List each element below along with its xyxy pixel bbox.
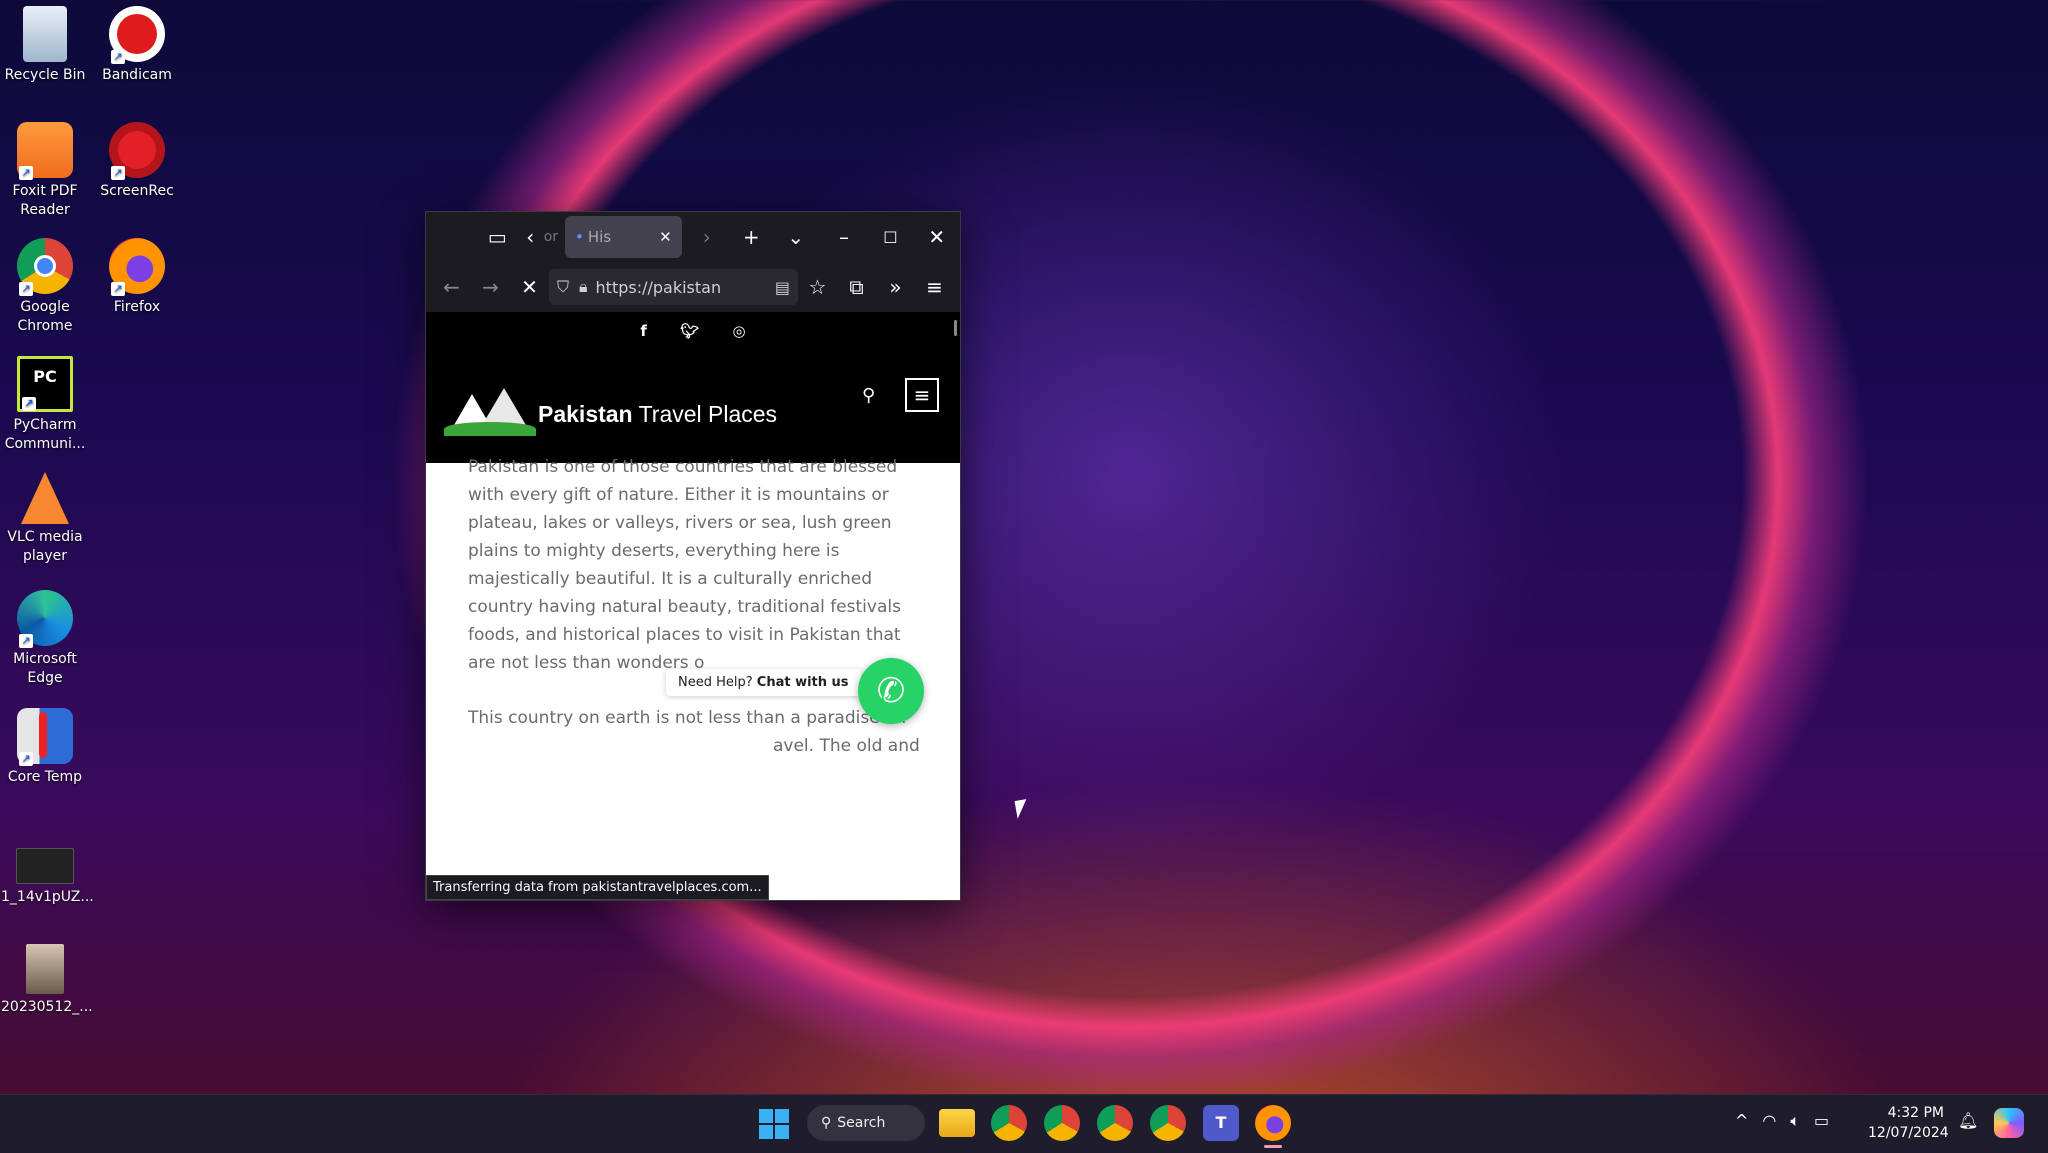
desktop-icon-vlc[interactable]: VLC media player [1, 472, 89, 566]
recycle-bin-icon [23, 6, 67, 62]
site-logo[interactable]: Pakistan Travel Places [444, 388, 777, 436]
show-hidden-icons-icon[interactable]: ^ [1735, 1111, 1748, 1131]
maximize-icon[interactable]: ☐ [867, 217, 913, 257]
second-paragraph: This country on earth is not less than a… [468, 708, 920, 756]
teams-icon[interactable]: T [1203, 1105, 1239, 1141]
scroll-tabs-left-icon[interactable]: ‹ [517, 217, 544, 257]
bandicam-icon: ↗ [109, 6, 165, 64]
social-links: f 🐦︎ ◎ [426, 322, 960, 340]
taskbar-chrome-profile-icon[interactable] [1044, 1105, 1080, 1141]
taskbar-chrome-profile3-icon[interactable] [1150, 1105, 1186, 1141]
edge-icon: ↗ [17, 590, 73, 648]
foxit-pdf-icon: ↗ [17, 122, 73, 180]
photo-file-icon [26, 944, 64, 994]
lock-icon[interactable]: 🔒︎ [579, 277, 588, 297]
desktop-icon-recycle-bin[interactable]: Recycle Bin [1, 6, 89, 85]
nav-bar: ← → ✕ ⛉ 🔒︎ https://pakistan ▤ ☆ ⧉ » ≡ [426, 262, 960, 312]
taskbar-chrome-icon[interactable] [991, 1105, 1027, 1141]
site-search-icon[interactable]: ⚲ [862, 385, 875, 406]
wifi-icon[interactable]: ◠ [1762, 1111, 1776, 1131]
scroll-tabs-right-icon[interactable]: › [682, 217, 732, 257]
chrome-icon: ↗ [17, 238, 73, 296]
taskbar-chrome-profile2-icon[interactable] [1097, 1105, 1133, 1141]
desktop-icon-chrome[interactable]: ↗ Google Chrome [1, 238, 89, 336]
pycharm-icon: PC ↗ [17, 356, 73, 412]
facebook-icon[interactable]: f [640, 322, 647, 340]
status-bar: Transferring data from pakistantravelpla… [426, 875, 769, 900]
battery-icon[interactable]: ▭ [1814, 1111, 1829, 1131]
page-scrollbar[interactable] [954, 320, 957, 336]
whatsapp-chat-button[interactable]: ✆ [858, 658, 924, 724]
file-explorer-icon[interactable] [939, 1109, 975, 1137]
taskbar-search[interactable]: ⚲ Search [807, 1105, 925, 1141]
tracking-protection-icon[interactable]: ⛉ [557, 277, 569, 297]
desktop-icon-core-temp[interactable]: ↗ Core Temp [1, 708, 89, 787]
tab-close-icon[interactable]: ✕ [659, 228, 672, 246]
url-bar[interactable]: ⛉ 🔒︎ https://pakistan ▤ [549, 269, 799, 305]
mouse-cursor-icon [1014, 799, 1030, 819]
intro-paragraph: Pakistan is one of those countries that … [468, 457, 901, 673]
tab-bar: ▭ ‹ or • His ✕ › + ⌄ – ☐ ✕ [426, 212, 960, 262]
desktop-icon-pycharm[interactable]: PC ↗ PyCharm Communi... [1, 356, 89, 454]
taskbar: ⚲ Search T ^ ◠ 🔈︎ ▭ 4:32 PM 12/07/2024 🔔︎ [0, 1094, 2048, 1153]
firefox-window[interactable]: ▭ ‹ or • His ✕ › + ⌄ – ☐ ✕ ← → ✕ ⛉ 🔒︎ ht… [425, 211, 961, 901]
tab-loading-icon: • [574, 228, 584, 246]
desktop-icon-foxit[interactable]: ↗ Foxit PDF Reader [1, 122, 89, 220]
minimize-icon[interactable]: – [821, 217, 867, 257]
bookmark-star-icon[interactable]: ☆ [798, 267, 837, 307]
twitter-icon[interactable]: 🐦︎ [680, 322, 699, 340]
system-tray: ^ ◠ 🔈︎ ▭ [1735, 1111, 1829, 1131]
clock[interactable]: 4:32 PM 12/07/2024 [1868, 1103, 1949, 1143]
tab-previous[interactable]: or [544, 229, 565, 245]
active-app-indicator [1264, 1145, 1282, 1148]
forward-icon[interactable]: → [471, 267, 510, 307]
app-menu-icon[interactable]: ≡ [915, 267, 954, 307]
desktop-icon-bandicam[interactable]: ↗ Bandicam [93, 6, 181, 85]
page-content: f 🐦︎ ◎ Pakistan Travel Places ⚲ ≡ Pakist… [426, 312, 960, 900]
search-icon: ⚲ [821, 1115, 832, 1131]
new-tab-icon[interactable]: + [732, 217, 771, 257]
stop-loading-icon[interactable]: ✕ [510, 267, 549, 307]
overflow-chevron-icon[interactable]: » [876, 267, 915, 307]
screenrec-icon: ↗ [109, 122, 165, 180]
copilot-icon[interactable] [1994, 1108, 2024, 1138]
site-menu-button[interactable]: ≡ [905, 378, 939, 412]
desktop-icon-firefox[interactable]: ↗ Firefox [93, 238, 181, 317]
back-icon[interactable]: ← [432, 267, 471, 307]
image-file-icon [16, 848, 74, 884]
desktop-icon-image-file[interactable]: 1_14v1pUZ... [1, 842, 94, 907]
start-button[interactable] [759, 1109, 789, 1139]
desktop-icon-edge[interactable]: ↗ Microsoft Edge [1, 590, 89, 688]
mountain-logo-icon [444, 388, 536, 436]
tab-active[interactable]: • His ✕ [564, 216, 682, 258]
desktop-icon-screenrec[interactable]: ↗ ScreenRec [93, 122, 181, 201]
vlc-icon [21, 472, 69, 524]
site-header: f 🐦︎ ◎ Pakistan Travel Places ⚲ ≡ [426, 312, 960, 463]
taskbar-firefox-icon[interactable] [1255, 1105, 1291, 1141]
notification-bell-icon[interactable]: 🔔︎ [1958, 1111, 1978, 1130]
chat-prompt[interactable]: Need Help? Chat with us [666, 669, 861, 696]
tab-overview-icon[interactable]: ▭ [478, 217, 517, 257]
instagram-icon[interactable]: ◎ [732, 322, 745, 340]
reader-view-icon[interactable]: ▤ [775, 278, 790, 297]
list-all-tabs-icon[interactable]: ⌄ [771, 217, 821, 257]
whatsapp-icon: ✆ [876, 671, 906, 711]
core-temp-icon: ↗ [17, 708, 73, 766]
close-window-icon[interactable]: ✕ [914, 217, 960, 257]
firefox-icon: ↗ [109, 238, 165, 296]
volume-icon[interactable]: 🔈︎ [1790, 1111, 1800, 1131]
extensions-icon[interactable]: ⧉ [837, 267, 876, 307]
desktop-icon-photo-file[interactable]: 20230512_... [1, 944, 93, 1017]
